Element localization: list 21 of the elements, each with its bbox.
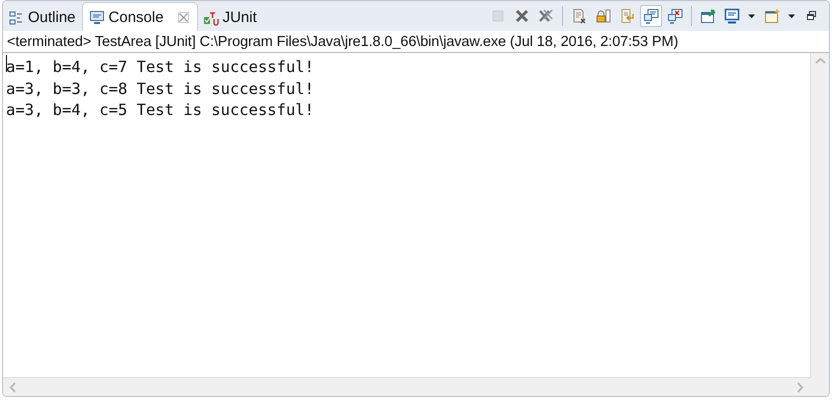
monitor-note-icon: [643, 8, 659, 24]
console-line: a=3, b=4, c=5 Test is successful!: [6, 100, 314, 121]
double-cross-icon: [538, 8, 554, 24]
close-icon[interactable]: [178, 12, 189, 22]
document-arrow-icon: [619, 8, 635, 24]
cross-icon: [514, 8, 530, 24]
view-tab[interactable]: JUnit: [198, 4, 263, 31]
monitor-error-icon: [667, 8, 683, 24]
monitor-icon: [88, 9, 105, 25]
vertical-scrollbar[interactable]: [810, 53, 829, 377]
document-cross-icon: [571, 8, 587, 24]
console-line: a=1, b=4, c=7 Test is successful!: [6, 57, 314, 78]
console-line: a=3, b=3, c=8 Test is successful!: [6, 78, 314, 100]
view-tab[interactable]: Console: [82, 2, 198, 31]
stop-icon: [490, 8, 506, 24]
view-tab[interactable]: Outline: [3, 4, 82, 31]
outline-icon: [8, 10, 24, 26]
monitor-icon: [724, 8, 740, 24]
window-pin-icon: [700, 8, 716, 24]
junit-icon: [202, 10, 219, 26]
lock-icon: [595, 8, 611, 24]
